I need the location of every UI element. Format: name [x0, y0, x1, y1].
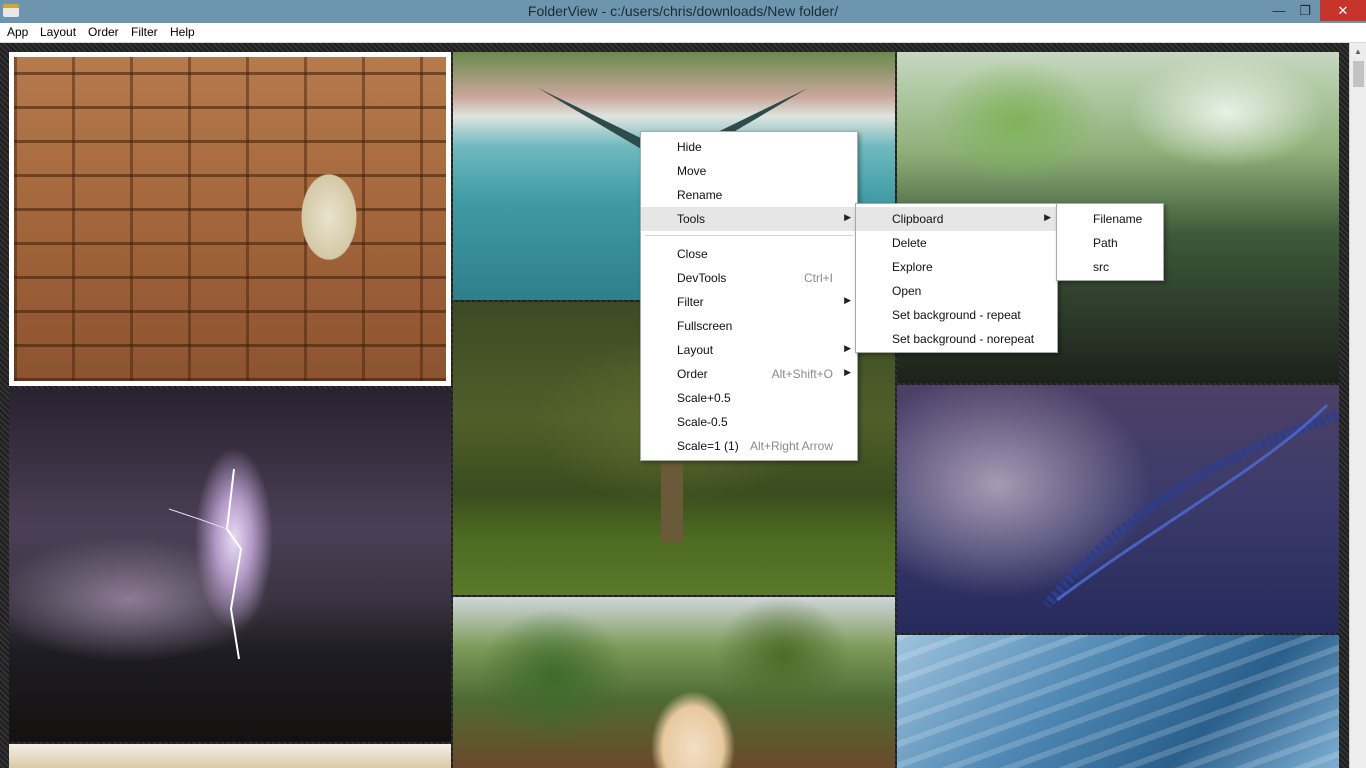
- vertical-scrollbar[interactable]: ▲: [1349, 43, 1366, 768]
- menu-item-scale-reset[interactable]: Scale=1 (1) Alt+Right Arrow: [641, 434, 857, 458]
- submenu-arrow-icon: ▶: [844, 343, 851, 353]
- lightning-bolt: [168, 468, 243, 660]
- scroll-up-icon[interactable]: ▲: [1354, 47, 1362, 56]
- minimize-button[interactable]: —: [1266, 0, 1292, 21]
- menu-item-scale-up[interactable]: Scale+0.5: [641, 386, 857, 410]
- menu-item-accelerator: Ctrl+I: [803, 271, 833, 285]
- menu-item-label: Clipboard: [892, 212, 944, 226]
- image-tile-fern[interactable]: [897, 385, 1339, 633]
- menu-item-label: Filename: [1093, 212, 1143, 226]
- menu-item-rename[interactable]: Rename: [641, 183, 857, 207]
- submenu-item-bg-norepeat[interactable]: Set background - norepeat: [856, 327, 1057, 351]
- image-tile-lightning[interactable]: [9, 389, 451, 742]
- submenu-item-path[interactable]: Path: [1057, 231, 1163, 255]
- menu-order[interactable]: Order: [88, 25, 119, 39]
- menu-item-fullscreen[interactable]: Fullscreen: [641, 314, 857, 338]
- image-tile-portrait[interactable]: [453, 597, 895, 768]
- submenu-arrow-icon: ▶: [844, 212, 851, 222]
- image-tile-stone-wall[interactable]: [9, 52, 451, 386]
- menu-item-label: Set background - repeat: [892, 308, 1021, 322]
- menu-item-devtools[interactable]: DevTools Ctrl+I: [641, 266, 857, 290]
- menu-filter[interactable]: Filter: [131, 25, 158, 39]
- window-title: FolderView - c:/users/chris/downloads/Ne…: [527, 3, 839, 19]
- tools-submenu: Clipboard ▶ Delete Explore Open Set backg…: [855, 203, 1058, 353]
- scroll-thumb[interactable]: [1353, 61, 1364, 87]
- menu-item-label: Order: [677, 367, 708, 381]
- menu-separator: [645, 235, 853, 236]
- menu-item-label: Scale+0.5: [677, 391, 731, 405]
- menu-item-filter[interactable]: Filter ▶: [641, 290, 857, 314]
- menu-layout[interactable]: Layout: [40, 25, 76, 39]
- menu-app[interactable]: App: [7, 25, 28, 39]
- menu-item-label: Filter: [677, 295, 704, 309]
- menu-item-accelerator: Alt+Right Arrow: [749, 439, 833, 453]
- context-menu: Hide Move Rename Tools ▶ Close DevTools Ct…: [640, 131, 858, 461]
- submenu-item-explore[interactable]: Explore: [856, 255, 1057, 279]
- menu-help[interactable]: Help: [170, 25, 195, 39]
- menu-item-scale-down[interactable]: Scale-0.5: [641, 410, 857, 434]
- submenu-item-src[interactable]: src: [1057, 255, 1163, 279]
- tree-trunk: [661, 462, 683, 542]
- menu-item-label: Layout: [677, 343, 714, 357]
- submenu-item-bg-repeat[interactable]: Set background - repeat: [856, 303, 1057, 327]
- image-tile-blue-marble[interactable]: [897, 635, 1339, 768]
- menu-item-label: Hide: [677, 140, 702, 154]
- submenu-arrow-icon: ▶: [844, 295, 851, 305]
- title-bar: FolderView - c:/users/chris/downloads/Ne…: [0, 0, 1366, 23]
- submenu-arrow-icon: ▶: [1044, 212, 1051, 222]
- menu-item-label: Move: [677, 164, 707, 178]
- fern-frond: [1043, 403, 1339, 609]
- menu-item-order[interactable]: Order Alt+Shift+O ▶: [641, 362, 857, 386]
- menu-item-close[interactable]: Close: [641, 242, 857, 266]
- menu-item-layout[interactable]: Layout ▶: [641, 338, 857, 362]
- menu-item-label: Tools: [677, 212, 706, 226]
- menu-item-label: Close: [677, 247, 708, 261]
- submenu-item-delete[interactable]: Delete: [856, 231, 1057, 255]
- submenu-arrow-icon: ▶: [844, 367, 851, 377]
- menu-item-move[interactable]: Move: [641, 159, 857, 183]
- submenu-item-clipboard[interactable]: Clipboard ▶: [856, 207, 1057, 231]
- image-tile-partial[interactable]: [9, 744, 451, 768]
- menu-item-hide[interactable]: Hide: [641, 135, 857, 159]
- menu-item-label: src: [1093, 260, 1109, 274]
- menu-item-label: Rename: [677, 188, 723, 202]
- menu-item-accelerator: Alt+Shift+O: [771, 367, 833, 381]
- menu-bar: App Layout Order Filter Help: [0, 23, 1366, 43]
- submenu-item-open[interactable]: Open: [856, 279, 1057, 303]
- submenu-item-filename[interactable]: Filename: [1057, 207, 1163, 231]
- menu-item-label: DevTools: [677, 271, 727, 285]
- menu-item-label: Open: [892, 284, 922, 298]
- menu-item-label: Fullscreen: [677, 319, 733, 333]
- menu-item-label: Delete: [892, 236, 927, 250]
- clipboard-submenu: Filename Path src: [1056, 203, 1164, 281]
- menu-item-tools[interactable]: Tools ▶: [641, 207, 857, 231]
- menu-item-label: Path: [1093, 236, 1118, 250]
- menu-item-label: Scale-0.5: [677, 415, 728, 429]
- menu-item-label: Explore: [892, 260, 933, 274]
- menu-item-label: Scale=1 (1): [677, 439, 739, 453]
- close-window-button[interactable]: ✕: [1320, 0, 1366, 21]
- maximize-button[interactable]: ❐: [1292, 0, 1318, 21]
- menu-item-label: Set background - norepeat: [892, 332, 1035, 346]
